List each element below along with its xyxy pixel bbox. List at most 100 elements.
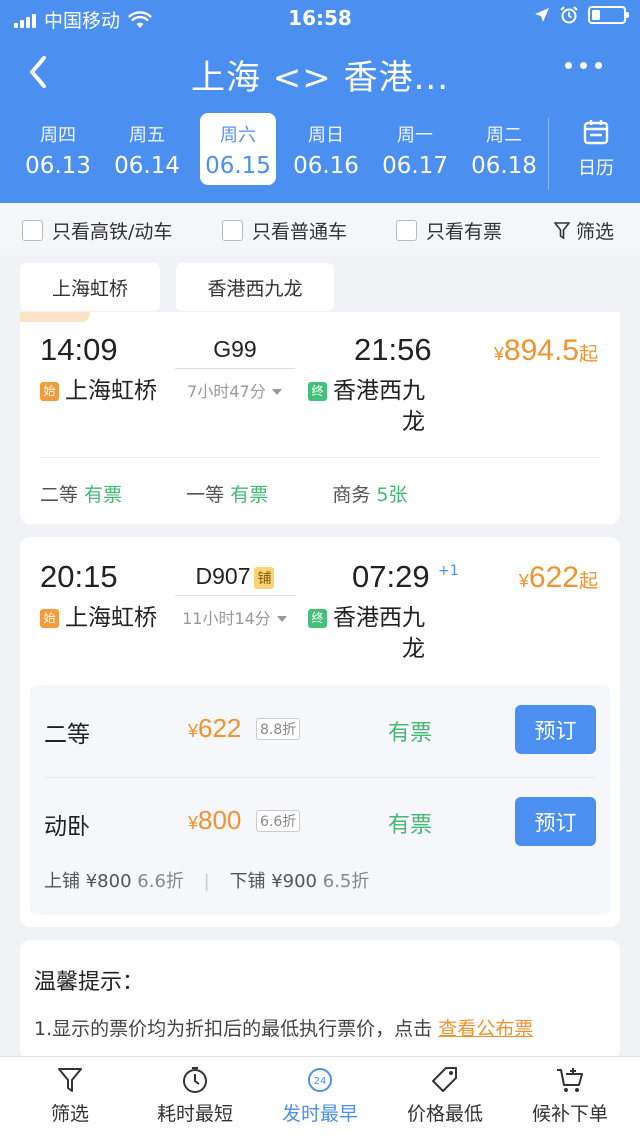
bottom-nav-shortest[interactable]: 耗时最短 [131, 1065, 259, 1126]
arrive-station-line1: 香港西九 [333, 378, 425, 404]
discount-badge: 6.6折 [256, 810, 301, 832]
end-tag: 终 [308, 609, 327, 628]
tips-title: 温馨提示： [34, 970, 145, 995]
price-value: 622 [198, 713, 242, 743]
seat-price: ¥800 [188, 805, 241, 836]
bottom-nav-label: 发时最早 [281, 1103, 358, 1125]
station-tab[interactable]: 香港西九龙 [176, 263, 334, 311]
duration[interactable]: 11小时14分 [170, 605, 300, 629]
arrive-station-line1: 香港西九 [333, 605, 425, 631]
cart-plus-icon [557, 1068, 583, 1092]
duration[interactable]: 7小时47分 [170, 378, 300, 402]
bottom-nav-label: 候补下单 [531, 1103, 608, 1125]
date-item[interactable]: 周一 06.17 [377, 113, 453, 185]
train-number: G99 [213, 336, 257, 362]
regular-only-checkbox[interactable]: 只看普通车 [222, 217, 347, 244]
available-only-checkbox[interactable]: 只看有票 [396, 217, 502, 244]
seat-status: 5张 [376, 484, 408, 506]
discount-badge: 8.8折 [256, 718, 301, 740]
depart-time: 14:09 [40, 332, 118, 367]
book-button[interactable]: 预订 [515, 797, 596, 846]
bottom-nav-waitlist[interactable]: 候补下单 [506, 1065, 634, 1126]
checkbox-label: 只看普通车 [252, 221, 348, 243]
checkbox-label: 只看高铁/动车 [52, 221, 173, 243]
seat-option-row: 动卧 ¥800 6.6折 有票 预订 [30, 777, 610, 867]
seat-summary: 二等 有票 一等 有票 商务 5张 [40, 480, 408, 507]
tips-text: 1.显示的票价均为折扣后的最低执行票价，点击 查看公布票 [34, 1014, 533, 1041]
bottom-nav-label: 筛选 [50, 1103, 89, 1125]
separator: | [203, 871, 210, 892]
calendar-button[interactable]: 日历 [566, 118, 626, 190]
date-weekday: 周五 [129, 125, 165, 146]
berth-price: ¥800 [85, 871, 132, 892]
book-button[interactable]: 预订 [515, 705, 596, 754]
price-symbol: ¥ [493, 344, 504, 364]
date-weekday: 周一 [397, 125, 433, 146]
depart-station-name: 上海虹桥 [65, 378, 157, 404]
berth-label: 下铺 [229, 871, 266, 892]
more-button[interactable] [565, 62, 602, 69]
seat-class: 二等 [44, 722, 90, 748]
seat-price: ¥622 [188, 713, 241, 744]
train-number: D907 铺 [175, 563, 295, 590]
train-number-text: D907 [195, 563, 251, 589]
berth-prices: 上铺 ¥800 6.6折 | 下铺 ¥900 6.5折 [44, 867, 369, 893]
seat-class: 动卧 [44, 814, 90, 840]
date-value: 06.14 [114, 153, 180, 179]
date-item[interactable]: 周五 06.14 [109, 113, 185, 185]
bottom-nav-cheapest[interactable]: 价格最低 [381, 1065, 509, 1126]
arrive-station-line2: 龙 [402, 636, 425, 662]
duration-text: 11小时14分 [182, 609, 271, 628]
caret-down-icon [276, 616, 287, 622]
arrive-station: 终 香港西九龙 [308, 603, 448, 665]
checkbox-box [22, 220, 43, 241]
seat-class: 一等 [186, 484, 225, 506]
price-value: 622 [528, 561, 579, 594]
date-value: 06.13 [25, 153, 91, 179]
location-icon [535, 8, 549, 22]
arrive-station: 终 香港西九龙 [308, 376, 448, 438]
filter-icon [553, 221, 570, 239]
svg-text:24: 24 [314, 1076, 327, 1087]
date-item[interactable]: 周日 06.16 [288, 113, 364, 185]
train-card[interactable]: 20:15 始 上海虹桥 D907 铺 11小时14分 07:29 +1 终 香港… [20, 537, 620, 927]
published-fare-link[interactable]: 查看公布票 [438, 1018, 533, 1040]
bottom-nav-filter[interactable]: 筛选 [6, 1065, 134, 1126]
checkbox-box [222, 220, 243, 241]
berth-label: 上铺 [44, 871, 80, 892]
checkbox-label: 只看有票 [426, 221, 503, 243]
berth-price: ¥900 [271, 871, 318, 892]
date-item[interactable]: 周四 06.13 [20, 113, 96, 185]
price-value: 800 [198, 805, 242, 835]
min-price: ¥894.5起 [494, 334, 598, 368]
price-suffix: 起 [578, 343, 598, 365]
depart-station: 始 上海虹桥 [40, 376, 157, 407]
train-line [175, 368, 295, 369]
depart-station-name: 上海虹桥 [65, 605, 157, 631]
train-card[interactable]: 14:09 始 上海虹桥 G99 7小时47分 21:56 终 香港西九龙 ¥8… [20, 312, 620, 524]
price-value: 894.5 [503, 334, 579, 367]
train-badge [20, 312, 90, 322]
high-speed-only-checkbox[interactable]: 只看高铁/动车 [22, 217, 172, 244]
arrive-station-line2: 龙 [402, 409, 425, 435]
filter-button[interactable]: 筛选 [553, 217, 614, 244]
price-tag-icon [432, 1067, 457, 1092]
date-item-selected[interactable]: 周六 06.15 [200, 113, 276, 185]
date-value: 06.16 [293, 153, 359, 179]
filter-row: 只看高铁/动车 只看普通车 只看有票 筛选 [0, 203, 640, 255]
date-value: 06.15 [205, 153, 271, 179]
date-item[interactable]: 周二 06.18 [466, 113, 542, 185]
start-tag: 始 [40, 609, 59, 628]
start-tag: 始 [40, 382, 59, 401]
bottom-nav-earliest[interactable]: 24 发时最早 [256, 1065, 384, 1126]
checkbox-box [396, 220, 417, 241]
seat-status: 有票 [84, 484, 123, 506]
calendar-icon [583, 120, 609, 145]
filter-icon [58, 1068, 82, 1092]
page-title: 上海 <> 香港... [190, 58, 449, 98]
train-line [175, 595, 295, 596]
nav-bar: 上海 <> 香港... [0, 40, 640, 104]
min-price: ¥622起 [519, 561, 598, 595]
station-tab[interactable]: 上海虹桥 [20, 263, 160, 311]
date-value: 06.18 [471, 153, 537, 179]
